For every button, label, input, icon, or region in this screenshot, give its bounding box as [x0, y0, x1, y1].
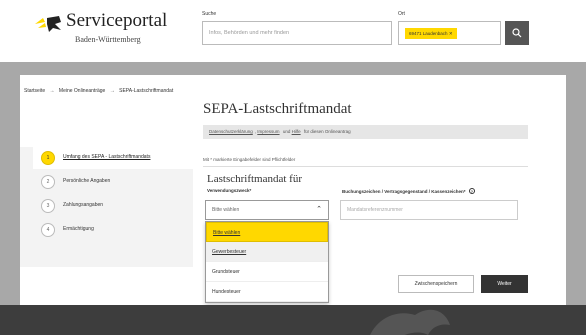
page-title: SEPA-Lastschriftmandat	[203, 101, 352, 117]
impressum-link[interactable]: Impressum	[257, 129, 279, 134]
required-fields-note: Mit * markierte Eingabefelder sind Pflic…	[203, 157, 296, 162]
lion-logo-icon	[35, 16, 61, 32]
breadcrumb-home[interactable]: Startseite	[24, 88, 45, 94]
step-4[interactable]: 4 Ermächtigung	[33, 219, 193, 241]
chevron-up-icon: ⌃	[316, 206, 322, 213]
search-button[interactable]	[505, 21, 529, 45]
zwischenspeichern-button[interactable]: Zwischenspeichern	[398, 275, 474, 293]
gray-margin-left	[0, 75, 20, 305]
infobar-text: für diesen Onlineantrag	[303, 129, 351, 134]
gray-band	[0, 62, 586, 75]
option-hundesteuer[interactable]: Hundesteuer	[206, 282, 328, 302]
step-label: Umfang des SEPA - Lastschriftmandats	[63, 154, 151, 160]
buchungszeichen-label: Buchungszeichen / Vertragsgegenstand / K…	[342, 188, 475, 194]
help-icon[interactable]: ?	[468, 188, 475, 194]
buchungszeichen-label-text: Buchungszeichen / Vertragsgegenstand / K…	[342, 189, 466, 194]
datenschutz-link[interactable]: Datenschutzerklärung	[209, 129, 253, 134]
breadcrumb-arrow-icon: →	[49, 88, 55, 94]
breadcrumb: Startseite → Meine Onlineanträge → SEPA-…	[24, 88, 176, 94]
step-1[interactable]: 1 Umfang des SEPA - Lastschriftmandats	[33, 147, 193, 169]
ort-chip-label: 69471 Laudenbach	[409, 31, 448, 36]
select-value: Bitte wählen	[212, 207, 240, 213]
lion-watermark-icon	[370, 309, 450, 335]
hilfe-link[interactable]: Hilfe	[292, 129, 301, 134]
verwendungszweck-label: Verwendungszweck*	[207, 188, 252, 193]
step-label: Persönliche Angaben	[63, 178, 111, 184]
mandatsreferenz-input[interactable]: Mandatsreferenznummer	[340, 200, 518, 220]
ort-input[interactable]: 69471 Laudenbach ✕	[398, 21, 501, 45]
step-2[interactable]: 2 Persönliche Angaben	[33, 171, 193, 193]
section-title: Lastschriftmandat für	[207, 173, 302, 185]
breadcrumb-current: SEPA-Lastschriftmandat	[119, 88, 174, 94]
info-bar: Datenschutzerklärungund, Impressum und H…	[203, 125, 528, 139]
step-3[interactable]: 3 Zahlungsangaben	[33, 195, 193, 217]
step-number: 3	[41, 199, 55, 213]
step-label: Zahlungsangaben	[63, 202, 104, 208]
weiter-button[interactable]: Weiter	[481, 275, 528, 293]
divider	[203, 166, 528, 167]
ort-chip[interactable]: 69471 Laudenbach ✕	[405, 28, 457, 39]
verwendungszweck-dropdown: Bitte wählen Gewerbesteuer Grundsteuer H…	[205, 221, 329, 303]
option-grundsteuer[interactable]: Grundsteuer	[206, 262, 328, 282]
infobar-und: und	[282, 129, 291, 134]
step-number: 1	[41, 151, 55, 165]
close-icon[interactable]: ✕	[449, 31, 453, 36]
search-icon	[512, 28, 522, 38]
verwendungszweck-select[interactable]: Bitte wählen ⌃	[205, 200, 329, 220]
option-gewerbesteuer[interactable]: Gewerbesteuer	[206, 242, 328, 262]
search-input[interactable]: Infos, Behörden und mehr finden	[202, 21, 392, 45]
site-header: Serviceportal Baden-Württemberg Suche In…	[0, 0, 586, 62]
footer	[0, 305, 586, 335]
logo-title: Serviceportal	[66, 10, 168, 31]
option-bitte-waehlen[interactable]: Bitte wählen	[206, 222, 328, 242]
step-number: 2	[41, 175, 55, 189]
search-label: Suche	[202, 11, 217, 17]
breadcrumb-arrow-icon: →	[109, 88, 115, 94]
breadcrumb-onlineantraege[interactable]: Meine Onlineanträge	[59, 88, 105, 94]
gray-margin-right	[566, 75, 586, 305]
step-label: Ermächtigung	[63, 226, 94, 232]
logo-subtitle: Baden-Württemberg	[75, 35, 141, 44]
ort-label: Ort	[398, 11, 405, 17]
step-number: 4	[41, 223, 55, 237]
